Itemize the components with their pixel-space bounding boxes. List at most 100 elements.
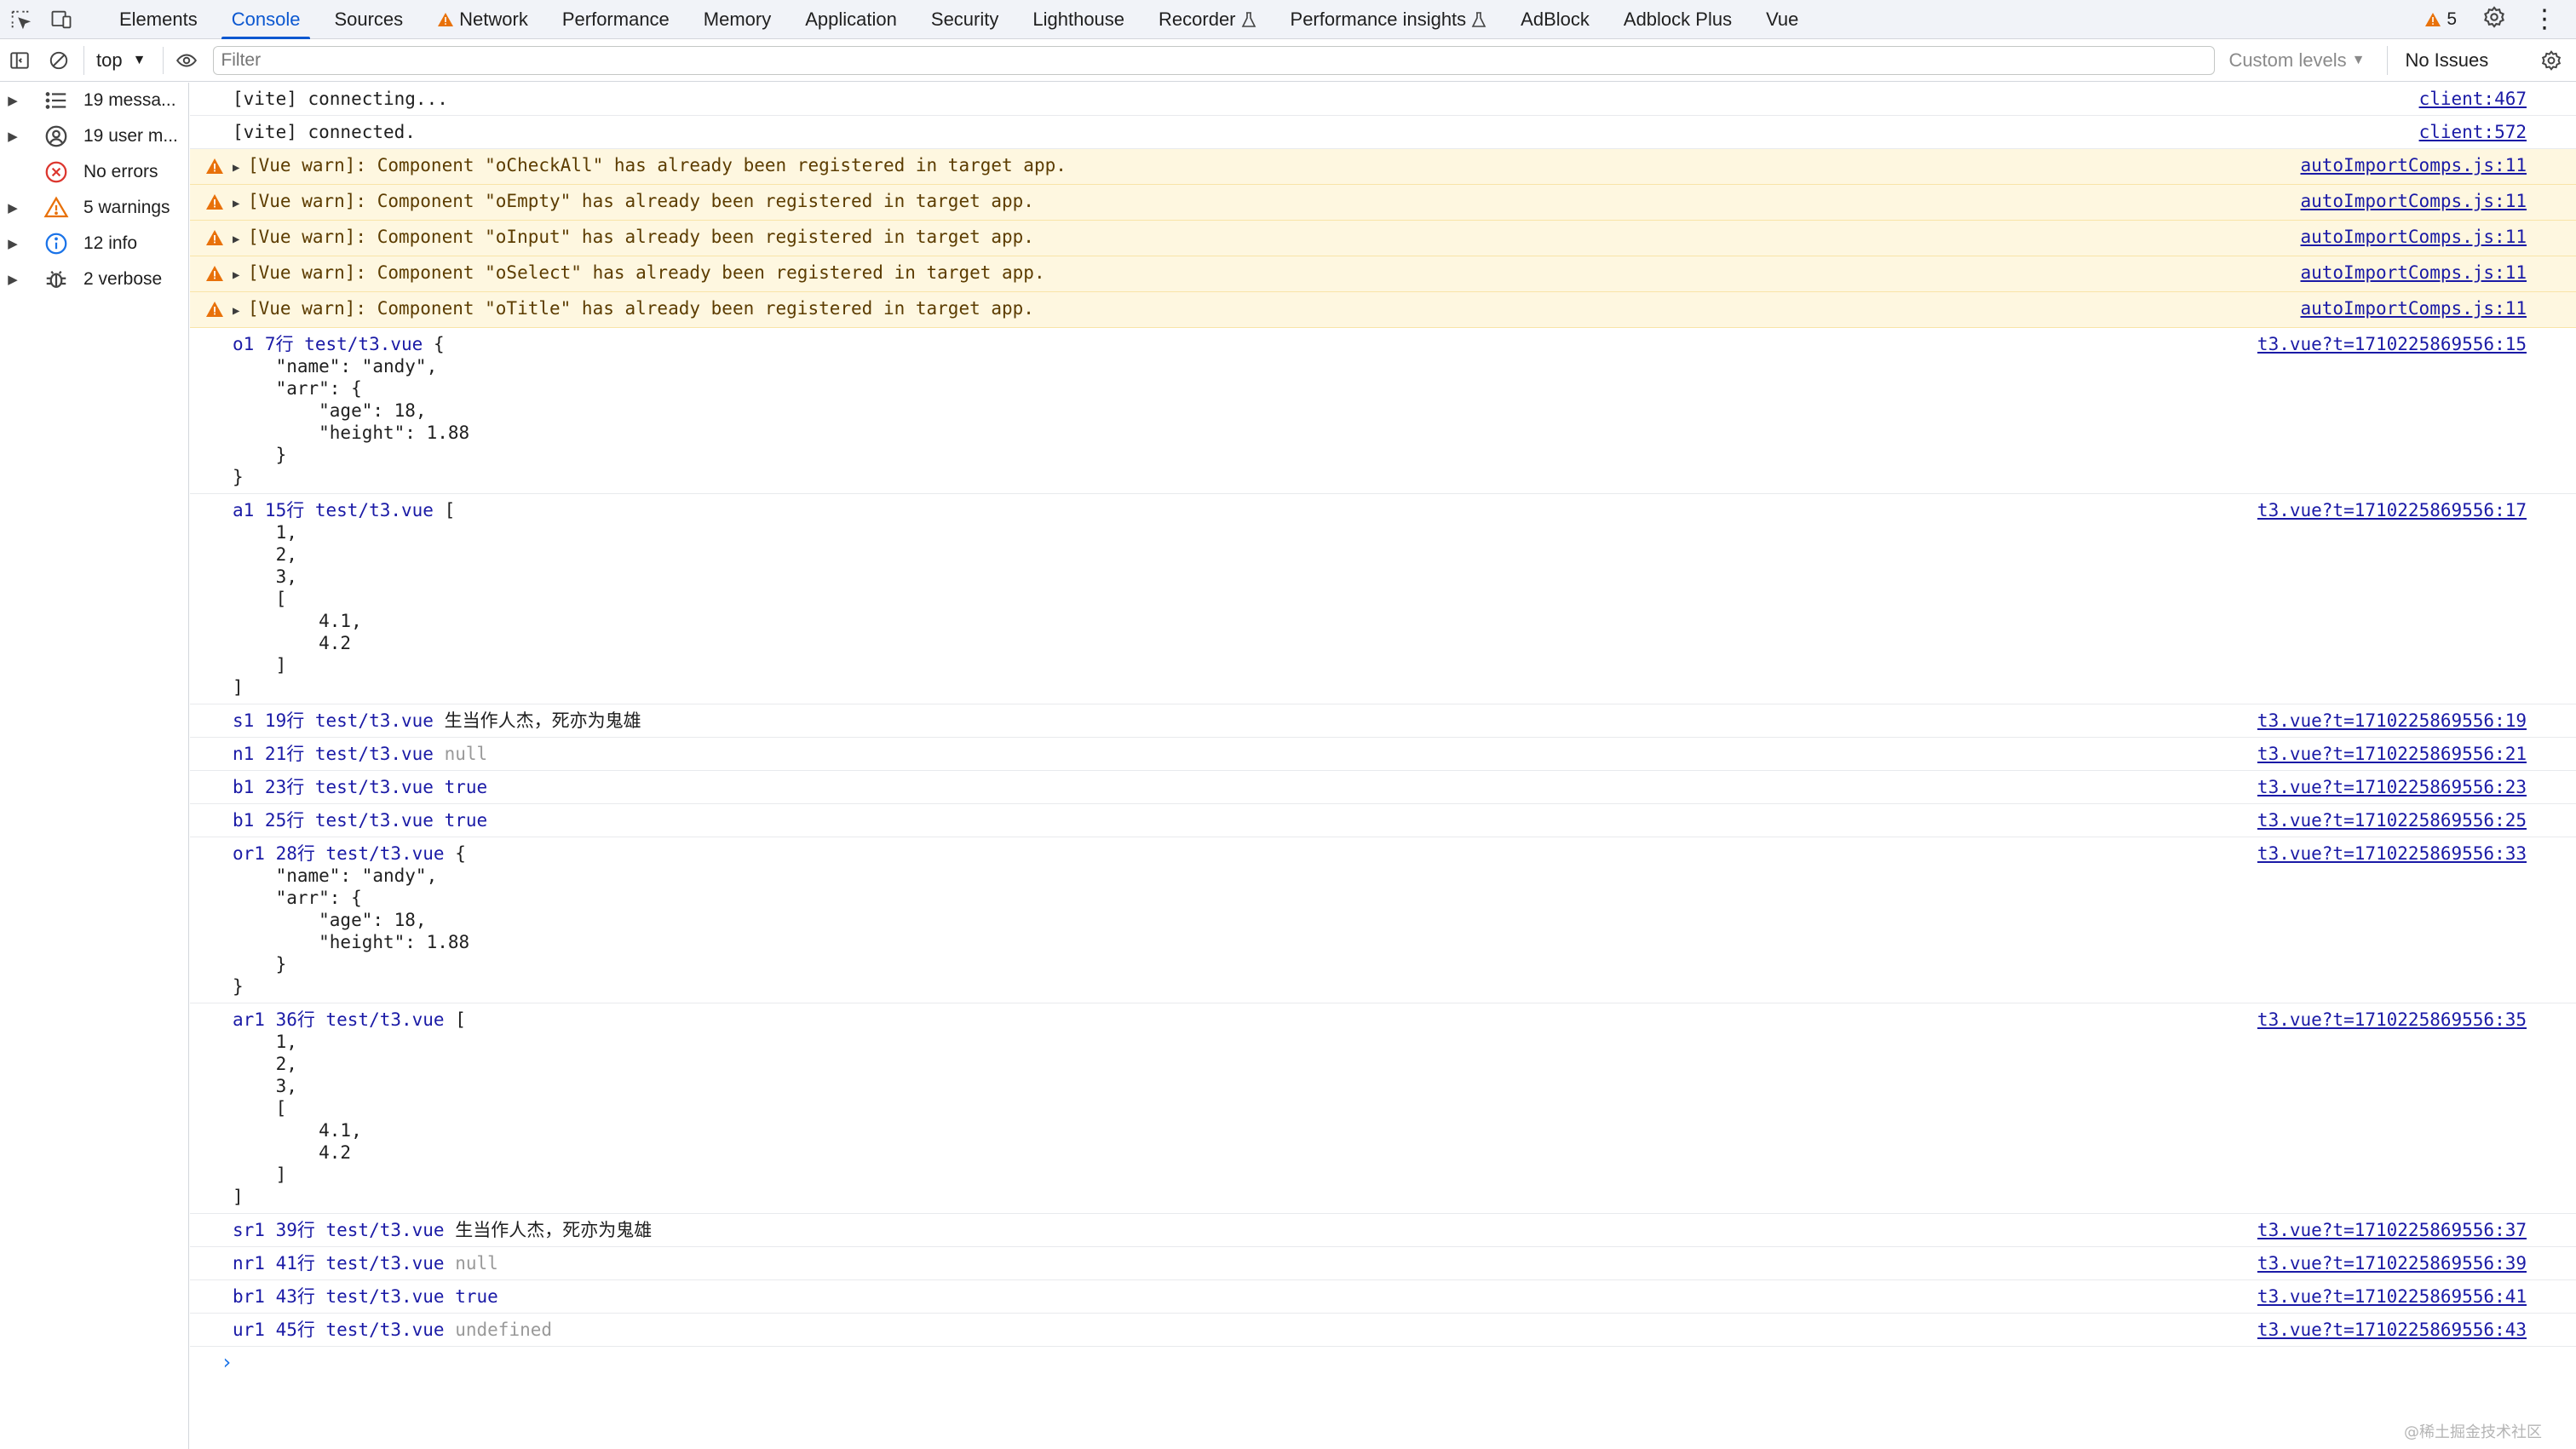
console-warning-row: ▶ [Vue warn]: Component "oEmpty" has alre…	[190, 185, 2576, 221]
tab-application[interactable]: Application	[788, 0, 914, 38]
sidebar-item-list[interactable]: ▶ 19 messa...	[0, 83, 188, 118]
tab-label: Application	[805, 8, 897, 30]
sidebar-item-bug[interactable]: ▶ 2 verbose	[0, 262, 188, 297]
devtools-window: Elements Console Sources Network Performance…	[0, 0, 2576, 1449]
sidebar-item-error[interactable]: No errors	[0, 154, 188, 190]
tab-performance-insights[interactable]: Performance insights	[1274, 0, 1504, 38]
sidebar-item-user[interactable]: ▶ 19 user m...	[0, 118, 188, 154]
source-link[interactable]: autoImportComps.js:11	[2300, 297, 2527, 319]
warning-icon	[438, 12, 454, 26]
tab-label: AdBlock	[1521, 8, 1590, 30]
tab-adblock[interactable]: AdBlock	[1504, 0, 1607, 38]
issues-counter[interactable]: 5	[2424, 9, 2457, 30]
source-link[interactable]: t3.vue?t=1710225869556:35	[2257, 1009, 2527, 1031]
gear-icon[interactable]	[2482, 5, 2506, 34]
sidebar-item-label: 19 user m...	[83, 126, 178, 146]
sidebar-toggle-icon[interactable]	[0, 39, 39, 82]
tab-label: Recorder	[1159, 8, 1236, 30]
message-text: [Vue warn]: Component "oTitle" has alrea…	[248, 298, 1034, 319]
tab-elements[interactable]: Elements	[102, 0, 215, 38]
filter-input[interactable]: Filter	[213, 45, 2216, 75]
list-icon	[41, 88, 72, 113]
tab-label: Performance	[561, 8, 670, 30]
expand-triangle-icon[interactable]: ▶	[0, 272, 26, 287]
source-link[interactable]: t3.vue?t=1710225869556:41	[2257, 1285, 2527, 1308]
message-value: 生当作人杰，死亦为鬼雄	[444, 710, 641, 731]
source-link[interactable]: autoImportComps.js:11	[2300, 262, 2527, 284]
source-link[interactable]: t3.vue?t=1710225869556:21	[2257, 743, 2527, 765]
message-prefix: b1 23行 test/t3.vue	[233, 777, 434, 797]
device-toolbar-icon[interactable]	[41, 0, 82, 38]
tab-security[interactable]: Security	[914, 0, 1015, 38]
console-message-row: n1 21行 test/t3.vue null t3.vue?t=17102258…	[190, 738, 2576, 771]
toolbar-divider	[163, 46, 164, 74]
tabbar-right: 5 ⋮	[2424, 0, 2576, 38]
inspect-element-icon[interactable]	[0, 0, 41, 38]
message-prefix: s1 19行 test/t3.vue	[233, 710, 434, 731]
tab-label: Security	[930, 8, 999, 30]
tab-label: Adblock Plus	[1623, 8, 1733, 30]
tab-label: Console	[231, 8, 301, 30]
message-prefix: o1 7行 test/t3.vue	[233, 334, 423, 354]
eye-icon[interactable]	[167, 39, 206, 82]
console-prompt[interactable]: ›	[205, 1347, 2576, 1374]
issues-button[interactable]: No Issues	[2387, 45, 2488, 75]
expand-triangle-icon[interactable]: ▶	[233, 300, 248, 322]
clear-console-icon[interactable]	[39, 39, 78, 82]
tab-console[interactable]: Console	[215, 0, 318, 39]
expand-triangle-icon[interactable]: ▶	[0, 93, 26, 108]
expand-triangle-icon[interactable]: ▶	[233, 157, 248, 179]
message-prefix: nr1 41行 test/t3.vue	[233, 1253, 445, 1274]
console-message-row: [vite] connected. client:572	[190, 116, 2576, 149]
context-selector-value: top	[96, 49, 123, 71]
source-link[interactable]: autoImportComps.js:11	[2300, 226, 2527, 248]
message-text: [Vue warn]: Component "oEmpty" has alrea…	[248, 191, 1034, 211]
source-link[interactable]: client:572	[2419, 121, 2527, 143]
console-toolbar: top ▼ Filter Custom levels ▼ No Issues	[0, 39, 2576, 82]
tab-vue[interactable]: Vue	[1749, 0, 1815, 38]
expand-triangle-icon[interactable]: ▶	[0, 200, 26, 216]
source-link[interactable]: t3.vue?t=1710225869556:39	[2257, 1252, 2527, 1274]
info-icon	[41, 231, 72, 256]
tab-sources[interactable]: Sources	[317, 0, 420, 38]
expand-triangle-icon[interactable]: ▶	[0, 236, 26, 251]
source-link[interactable]: t3.vue?t=1710225869556:33	[2257, 842, 2527, 865]
console-warning-row: ▶ [Vue warn]: Component "oTitle" has alre…	[190, 292, 2576, 328]
message-text: [Vue warn]: Component "oSelect" has alre…	[248, 262, 1045, 283]
source-link[interactable]: t3.vue?t=1710225869556:15	[2257, 333, 2527, 355]
message-value: undefined	[455, 1320, 553, 1340]
flask-icon	[1471, 11, 1486, 27]
context-selector[interactable]: top ▼	[83, 45, 159, 75]
tab-label: Lighthouse	[1032, 8, 1125, 30]
sidebar-item-label: 19 messa...	[83, 90, 176, 110]
source-link[interactable]: t3.vue?t=1710225869556:25	[2257, 809, 2527, 831]
more-vertical-icon[interactable]: ⋮	[2532, 6, 2557, 32]
sidebar-item-info[interactable]: ▶ 12 info	[0, 226, 188, 262]
source-link[interactable]: t3.vue?t=1710225869556:19	[2257, 710, 2527, 732]
expand-triangle-icon[interactable]: ▶	[233, 264, 248, 286]
source-link[interactable]: t3.vue?t=1710225869556:23	[2257, 776, 2527, 798]
message-prefix: b1 25行 test/t3.vue	[233, 810, 434, 831]
source-link[interactable]: t3.vue?t=1710225869556:17	[2257, 499, 2527, 521]
console-message-row: sr1 39行 test/t3.vue 生当作人杰，死亦为鬼雄 t3.vue?t=…	[190, 1214, 2576, 1247]
expand-triangle-icon[interactable]: ▶	[233, 228, 248, 250]
expand-triangle-icon[interactable]: ▶	[233, 193, 248, 215]
tab-adblock-plus[interactable]: Adblock Plus	[1607, 0, 1749, 38]
source-link[interactable]: client:467	[2419, 88, 2527, 110]
source-link[interactable]: t3.vue?t=1710225869556:37	[2257, 1219, 2527, 1241]
expand-triangle-icon[interactable]: ▶	[0, 129, 26, 144]
tab-lighthouse[interactable]: Lighthouse	[1015, 0, 1141, 38]
sidebar-item-warning[interactable]: ▶ 5 warnings	[0, 190, 188, 226]
source-link[interactable]: autoImportComps.js:11	[2300, 190, 2527, 212]
sidebar-item-label: 2 verbose	[83, 269, 163, 289]
tab-memory[interactable]: Memory	[687, 0, 788, 38]
log-levels-dropdown[interactable]: Custom levels ▼	[2228, 49, 2365, 72]
tab-network[interactable]: Network	[420, 0, 545, 38]
tab-recorder[interactable]: Recorder	[1141, 0, 1273, 38]
console-settings-icon[interactable]	[2532, 39, 2571, 82]
message-value: true	[455, 1286, 498, 1307]
tab-performance[interactable]: Performance	[545, 0, 687, 38]
source-link[interactable]: t3.vue?t=1710225869556:43	[2257, 1319, 2527, 1341]
source-link[interactable]: autoImportComps.js:11	[2300, 154, 2527, 176]
sidebar-item-label: 5 warnings	[83, 198, 170, 217]
